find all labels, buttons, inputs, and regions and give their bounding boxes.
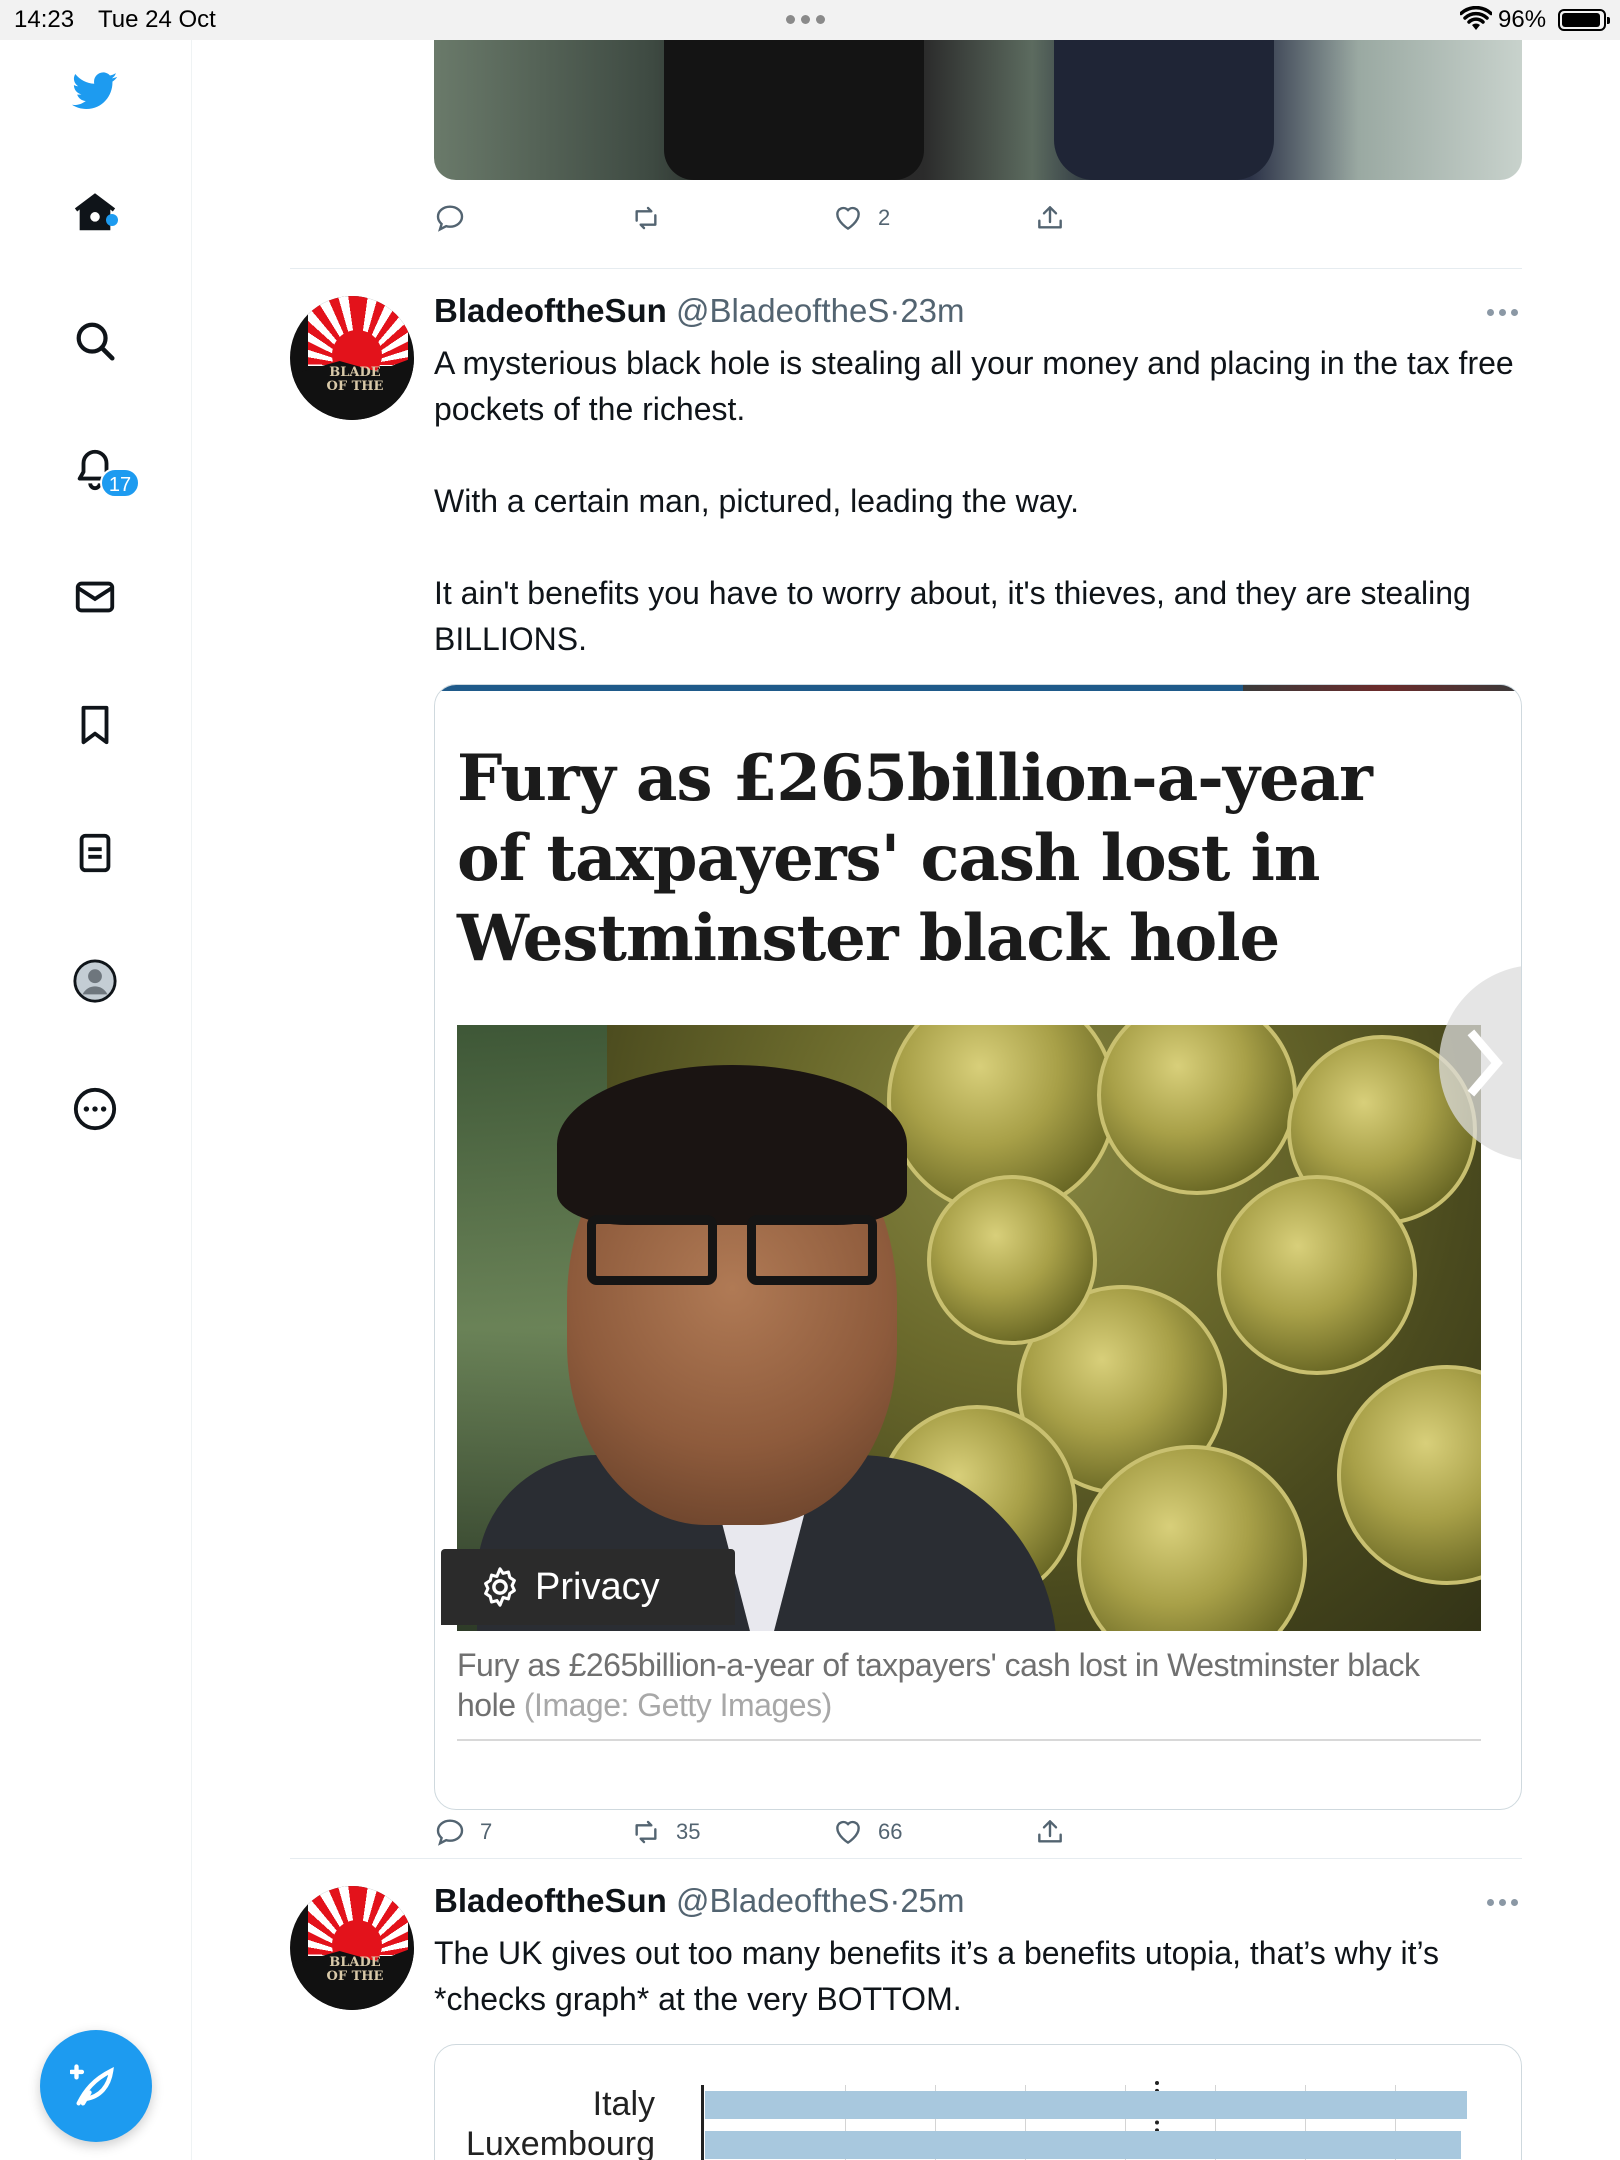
article-photo[interactable] [457,1025,1481,1631]
link-card[interactable]: Fury as £265billion-a-year of taxpayers'… [434,684,1522,1810]
status-bar: 14:23 Tue 24 Oct 96% [0,0,1620,40]
tweet-divider [290,268,1522,269]
card-top-bar [435,685,1521,691]
tweet-header: BladeoftheSun @BladeoftheS·25m [434,1882,965,1920]
chart-label: Luxembourg [465,2125,655,2160]
like-button[interactable]: 2 [832,198,890,238]
avatar[interactable]: BLADE OF THE [290,1886,414,2010]
tweet-header: BladeoftheSun @BladeoftheS·23m [434,292,965,330]
tweet-author-handle[interactable]: @BladeoftheS [676,292,889,329]
sidebar-nav: 17 [0,40,192,2160]
tweet-text: The UK gives out too many benefits it’s … [434,1930,1522,2022]
retweet-icon [635,1820,657,1844]
battery-icon [1558,9,1610,31]
separator-dot: · [889,1882,901,1919]
heart-icon [836,1820,860,1844]
tweet-text-line: It ain't benefits you have to worry abou… [434,575,1471,657]
reply-button[interactable] [434,198,480,238]
tweet-text-line: With a certain man, pictured, leading th… [434,483,1080,519]
privacy-label: Privacy [535,1565,660,1608]
home-unread-dot [106,214,118,226]
tweet-chart-image[interactable]: Italy Luxembourg [434,2044,1522,2160]
tweet-author-handle[interactable]: @BladeoftheS [676,1882,889,1919]
tweet-text-line: A mysterious black hole is stealing all … [434,345,1514,427]
profile-avatar-icon[interactable] [66,952,124,1010]
reply-icon [436,1819,464,1846]
chart-bar [705,2131,1461,2159]
previous-tweet-image[interactable] [434,40,1522,180]
wifi-icon [1460,6,1492,30]
more-circle-icon[interactable] [66,1080,124,1138]
tweet-actions: 2 [434,198,1134,238]
more-options-icon[interactable] [1482,302,1522,322]
retweet-count: 35 [676,1819,701,1844]
tweet-divider [290,1858,1522,1859]
home-icon[interactable] [66,184,124,242]
like-button[interactable]: 66 [832,1812,902,1852]
share-icon [1038,1820,1062,1843]
messages-envelope-icon[interactable] [66,568,124,626]
status-date: Tue 24 Oct [98,6,216,33]
privacy-button[interactable]: Privacy [441,1549,735,1625]
notifications-badge: 17 [100,468,140,498]
gear-icon [484,1567,516,1607]
photo-caption: Fury as £265billion-a-year of taxpayers'… [457,1645,1481,1725]
battery-percentage: 96% [1498,6,1547,33]
lists-icon[interactable] [66,824,124,882]
reply-button[interactable]: 7 [434,1812,492,1852]
compose-feather-icon [70,2064,114,2106]
reply-count: 7 [480,1819,493,1844]
bookmark-icon[interactable] [66,696,124,754]
timeline: 2 BLADE OF THE BladeoftheSun @BladeoftheS… [290,40,1522,2160]
tweet-author-name[interactable]: BladeoftheSun [434,292,667,329]
twitter-logo-icon[interactable] [66,62,124,120]
caption-divider [457,1739,1481,1741]
retweet-icon [635,206,657,230]
tweet-time[interactable]: 23m [900,292,964,329]
multitasking-dots-icon[interactable] [786,15,834,25]
tweet-text-line: The UK gives out too many benefits it’s … [434,1935,1439,2017]
retweet-button[interactable] [630,198,676,238]
compose-tweet-button[interactable] [40,2030,152,2142]
status-time: 14:23 [14,6,75,33]
tweet-time[interactable]: 25m [900,1882,964,1919]
retweet-button[interactable]: 35 [630,1812,700,1852]
tweet-author-name[interactable]: BladeoftheSun [434,1882,667,1919]
like-count: 66 [878,1819,903,1844]
more-options-icon[interactable] [1482,1892,1522,1912]
separator-dot: · [889,292,901,329]
caption-credit: (Image: Getty Images) [523,1687,832,1723]
search-icon[interactable] [66,312,124,370]
chart-bar [705,2091,1467,2119]
chart-label: Italy [592,2085,655,2123]
share-button[interactable] [1034,198,1066,238]
share-icon [1038,206,1062,229]
tweet-actions: 7 35 66 [434,1812,1134,1852]
tweet-text: A mysterious black hole is stealing all … [434,340,1522,662]
article-headline[interactable]: Fury as £265billion-a-year of taxpayers'… [457,739,1457,979]
chevron-right-icon [1467,1029,1503,1097]
reply-icon [436,205,464,232]
share-button[interactable] [1034,1812,1066,1852]
heart-icon [836,206,860,230]
avatar[interactable]: BLADE OF THE [290,296,414,420]
